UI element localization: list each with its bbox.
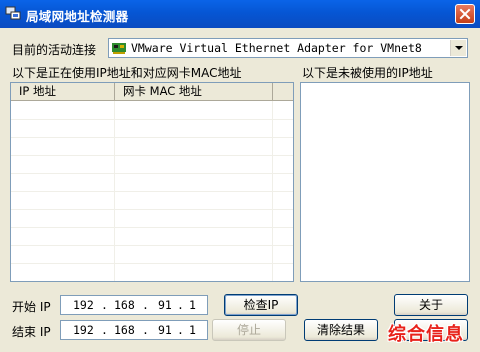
start-ip-label: 开始 IP xyxy=(12,300,51,314)
table-header: IP 地址 网卡 MAC 地址 xyxy=(11,83,293,101)
check-ip-button[interactable]: 检查IP xyxy=(224,294,298,316)
dot-separator: . xyxy=(101,323,108,337)
close-button[interactable] xyxy=(455,4,475,24)
start-ip-octet-1[interactable]: 192 xyxy=(73,298,94,312)
grid-row-line xyxy=(11,263,293,264)
active-connection-label: 目前的活动连接 xyxy=(12,43,97,57)
grid-row-line xyxy=(11,245,293,246)
grid-row-line xyxy=(11,227,293,228)
grid-row-line xyxy=(11,191,293,192)
grid-row-line xyxy=(11,209,293,210)
chevron-down-icon[interactable] xyxy=(450,40,466,56)
about-button[interactable]: 关于 xyxy=(394,294,468,316)
dot-separator: . xyxy=(142,298,149,312)
end-ip-octet-3[interactable]: 91 xyxy=(158,323,172,337)
unused-list-caption: 以下是未被使用的IP地址 xyxy=(302,66,433,80)
used-ip-table[interactable]: IP 地址 网卡 MAC 地址 xyxy=(10,82,294,282)
connection-selected-value: VMware Virtual Ethernet Adapter for VMne… xyxy=(131,41,422,55)
grid-row-line xyxy=(11,137,293,138)
start-ip-input[interactable]: 192 . 168 . 91 . 1 xyxy=(60,295,208,315)
column-header-ip[interactable]: IP 地址 xyxy=(11,83,115,100)
end-ip-label: 结束 IP xyxy=(12,325,51,339)
dot-separator: . xyxy=(177,323,184,337)
column-header-mac-label: 网卡 MAC 地址 xyxy=(123,84,202,98)
end-ip-octet-4[interactable]: 1 xyxy=(189,323,196,337)
dot-separator: . xyxy=(142,323,149,337)
stop-button[interactable]: 停止 xyxy=(212,319,286,341)
grid-row-line xyxy=(11,155,293,156)
grid-row-line xyxy=(11,173,293,174)
grid-row-line xyxy=(11,119,293,120)
start-ip-octet-3[interactable]: 91 xyxy=(158,298,172,312)
dot-separator: . xyxy=(101,298,108,312)
unused-ip-list[interactable] xyxy=(300,82,470,282)
network-app-icon xyxy=(5,6,21,20)
start-ip-octet-4[interactable]: 1 xyxy=(189,298,196,312)
start-ip-octet-2[interactable]: 168 xyxy=(114,298,135,312)
column-header-mac[interactable]: 网卡 MAC 地址 xyxy=(115,83,273,100)
used-list-caption: 以下是正在使用IP地址和对应网卡MAC地址 xyxy=(12,66,242,80)
connection-select[interactable]: VMware Virtual Ethernet Adapter for VMne… xyxy=(108,38,468,58)
end-ip-octet-2[interactable]: 168 xyxy=(114,323,135,337)
network-card-icon xyxy=(112,43,126,54)
close-icon xyxy=(459,8,471,20)
end-ip-octet-1[interactable]: 192 xyxy=(73,323,94,337)
end-ip-input[interactable]: 192 . 168 . 91 . 1 xyxy=(60,320,208,340)
title-bar[interactable]: 局域网地址检测器 xyxy=(0,0,480,28)
column-header-ip-label: IP 地址 xyxy=(19,84,56,98)
watermark-text: 综合信息 xyxy=(388,324,464,345)
window-title: 局域网地址检测器 xyxy=(26,9,129,24)
dot-separator: . xyxy=(177,298,184,312)
clear-results-button[interactable]: 清除结果 xyxy=(304,319,378,341)
